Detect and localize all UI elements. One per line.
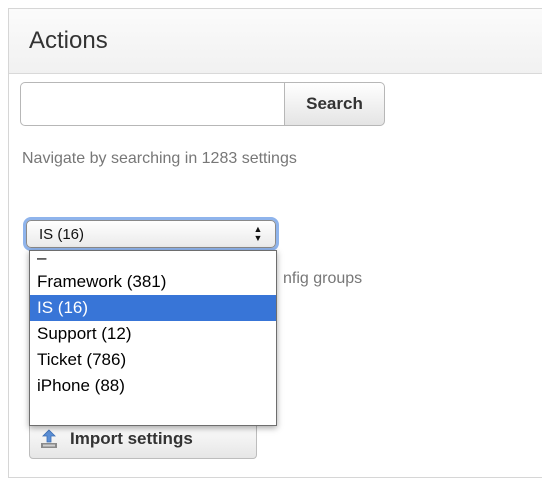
dropdown-option[interactable]: –	[30, 249, 276, 269]
dropdown-option[interactable]: Framework (381)	[30, 269, 276, 295]
dropdown-option[interactable]: Support (12)	[30, 321, 276, 347]
select-value: IS (16)	[39, 226, 85, 243]
search-button[interactable]: Search	[284, 82, 385, 126]
config-group-select[interactable]: IS (16) ▲ ▼	[26, 220, 276, 248]
config-group-dropdown[interactable]: – Framework (381) IS (16) Support (12) T…	[29, 249, 277, 426]
search-input[interactable]	[20, 82, 284, 126]
panel-title: Actions	[29, 27, 108, 54]
config-groups-hint: nfig groups	[283, 270, 363, 287]
import-label: Import settings	[70, 429, 193, 448]
dropdown-option[interactable]: Ticket (786)	[30, 347, 276, 373]
panel-header: Actions	[9, 9, 542, 74]
select-arrows-icon: ▲ ▼	[253, 224, 263, 243]
import-icon	[40, 429, 58, 449]
dropdown-option-selected[interactable]: IS (16)	[30, 295, 276, 321]
dropdown-option[interactable]: iPhone (88)	[30, 373, 276, 399]
search-hint: Navigate by searching in 1283 settings	[22, 150, 297, 167]
